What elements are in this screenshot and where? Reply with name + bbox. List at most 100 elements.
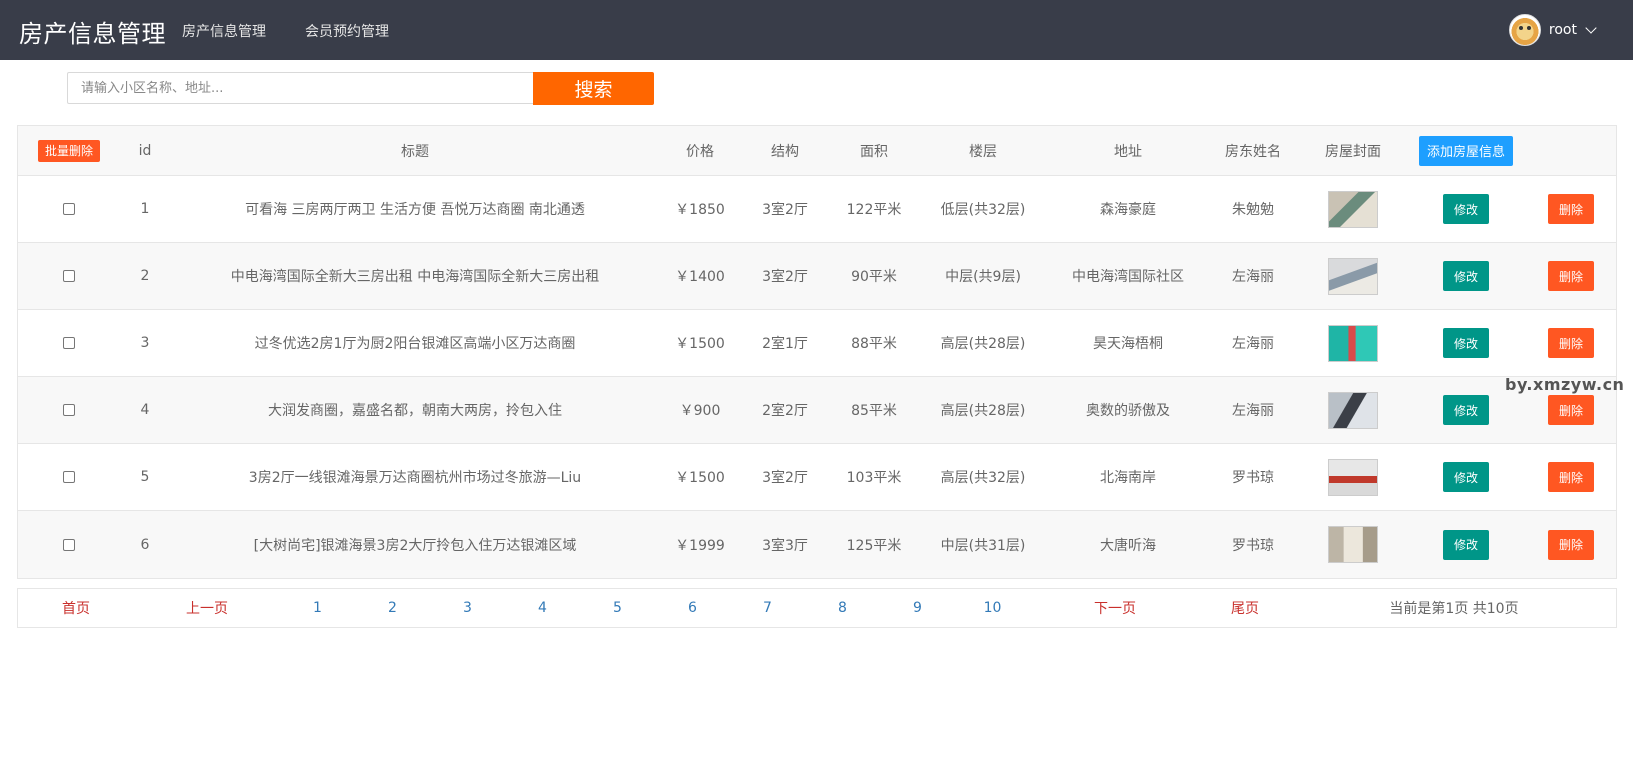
cell-landlord: 左海丽 [1232,269,1274,285]
cell-landlord: 罗书琼 [1232,470,1274,486]
row-checkbox[interactable] [63,203,75,215]
page-5[interactable]: 5 [580,589,655,627]
page-9[interactable]: 9 [880,589,955,627]
nav-member-booking[interactable]: 会员预约管理 [305,21,389,41]
cover-thumbnail[interactable] [1328,190,1378,228]
cell-price: ￥1500 [675,470,725,486]
cell-landlord: 左海丽 [1232,336,1274,352]
cell-price: ￥1999 [675,537,725,554]
username: root [1548,22,1577,38]
page-3[interactable]: 3 [430,589,505,627]
cell-id: 5 [140,469,150,485]
page-7[interactable]: 7 [730,589,805,627]
page-8[interactable]: 8 [805,589,880,627]
table-row: 6 [大树尚宅]银滩海景3房2大厅拎包入住万达银滩区域 ￥1999 3室3厅 125平米… [18,511,1616,578]
user-menu[interactable]: root [1508,14,1597,46]
cell-area: 103平米 [846,470,902,486]
col-header-price: 价格 [686,143,714,160]
cell-area: 90平米 [851,269,897,285]
edit-button[interactable]: 修改 [1443,462,1489,492]
edit-button[interactable]: 修改 [1443,194,1489,224]
cell-layout: 3室2厅 [762,269,808,285]
pagination: 首页 上一页 1 2 3 4 5 6 7 8 9 10 下一页 尾页 当前是第1… [17,588,1617,628]
search-button[interactable]: 搜索 [533,72,654,105]
cover-thumbnail[interactable] [1328,526,1378,563]
nav-house-info[interactable]: 房产信息管理 [182,21,266,41]
page-4[interactable]: 4 [505,589,580,627]
page-2[interactable]: 2 [355,589,430,627]
cell-id: 1 [140,201,150,217]
col-header-cover: 房屋封面 [1325,143,1381,160]
cell-price: ￥1850 [675,202,725,218]
house-table: 批量删除 id 标题 价格 结构 面积 楼层 地址 房东姓名 房屋封面 添加房屋… [17,125,1617,579]
col-header-landlord: 房东姓名 [1225,143,1281,160]
cell-landlord: 朱勉勉 [1232,202,1274,218]
delete-button[interactable]: 删除 [1548,462,1594,492]
table-row: 2 中电海湾国际全新大三房出租 中电海湾国际全新大三房出租 ￥1400 3室2厅 90平… [18,243,1616,310]
col-header-floor: 楼层 [969,143,997,160]
table-row: 4 大润发商圈，嘉盛名都，朝南大两房，拎包入住 ￥900 2室2厅 85平米 高层(共28… [18,377,1616,444]
page-next[interactable]: 下一页 [1030,589,1200,627]
delete-button[interactable]: 删除 [1548,395,1594,425]
delete-button[interactable]: 删除 [1548,328,1594,358]
search-input[interactable] [67,72,533,104]
edit-button[interactable]: 修改 [1443,328,1489,358]
avatar [1508,14,1541,46]
cell-price: ￥1400 [675,269,725,285]
cell-id: 2 [140,268,150,284]
cover-thumbnail[interactable] [1328,391,1378,429]
table-header: 批量删除 id 标题 价格 结构 面积 楼层 地址 房东姓名 房屋封面 添加房屋… [18,126,1616,176]
row-checkbox[interactable] [63,270,75,282]
cover-thumbnail[interactable] [1328,257,1378,295]
edit-button[interactable]: 修改 [1443,529,1489,560]
row-checkbox[interactable] [63,404,75,416]
cell-layout: 2室2厅 [762,403,808,419]
watermark: by.xmzyw.cn [1505,375,1625,394]
edit-button[interactable]: 修改 [1443,395,1489,425]
page-info: 当前是第1页 共10页 [1389,601,1519,617]
cell-address: 北海南岸 [1100,470,1156,486]
cell-price: ￥900 [679,403,721,419]
delete-button[interactable]: 删除 [1548,261,1594,291]
cover-thumbnail[interactable] [1328,324,1378,362]
row-checkbox[interactable] [63,337,75,349]
chevron-down-icon [1585,22,1597,34]
edit-button[interactable]: 修改 [1443,261,1489,291]
page-10[interactable]: 10 [955,589,1030,627]
page-prev[interactable]: 上一页 [134,589,280,627]
cell-area: 125平米 [846,537,902,554]
cell-floor: 高层(共32层) [940,470,1026,486]
cell-title: [大树尚宅]银滩海景3房2大厅拎包入住万达银滩区域 [253,537,577,554]
table-row: 1 可看海 三房两厅两卫 生活方便 吾悦万达商圈 南北通透 ￥1850 3室2厅 122… [18,176,1616,243]
delete-button[interactable]: 删除 [1548,194,1594,224]
cell-address: 中电海湾国际社区 [1072,269,1184,285]
cell-title: 过冬优选2房1厅为厨2阳台银滩区高端小区万达商圈 [254,336,576,352]
row-checkbox[interactable] [63,471,75,483]
cell-area: 85平米 [851,403,897,419]
add-house-button[interactable]: 添加房屋信息 [1419,135,1513,166]
cell-title: 大润发商圈，嘉盛名都，朝南大两房，拎包入住 [268,403,562,419]
cell-address: 大唐听海 [1100,537,1156,554]
top-header: 房产信息管理 房产信息管理 会员预约管理 root [0,0,1633,60]
cell-layout: 3室2厅 [762,202,808,218]
col-header-title: 标题 [401,143,429,160]
cell-landlord: 罗书琼 [1232,537,1274,554]
cell-floor: 高层(共28层) [940,336,1026,352]
brand-title: 房产信息管理 [19,20,166,48]
page-last[interactable]: 尾页 [1200,589,1290,627]
cell-floor: 中层(共9层) [945,269,1021,285]
row-checkbox[interactable] [63,538,75,551]
col-header-id: id [138,142,152,159]
cover-thumbnail[interactable] [1328,458,1378,496]
cell-address: 奥数的骄傲及 [1086,403,1170,419]
cell-landlord: 左海丽 [1232,403,1274,419]
page-first[interactable]: 首页 [18,589,134,627]
page-1[interactable]: 1 [280,589,355,627]
delete-button[interactable]: 删除 [1548,529,1594,560]
batch-delete-button[interactable]: 批量删除 [37,139,100,162]
cell-address: 昊天海梧桐 [1093,336,1163,352]
cell-floor: 中层(共31层) [940,537,1026,554]
cell-title: 3房2厅一线银滩海景万达商圈杭州市场过冬旅游—Liu [248,470,582,486]
page-6[interactable]: 6 [655,589,730,627]
col-header-address: 地址 [1114,143,1142,160]
